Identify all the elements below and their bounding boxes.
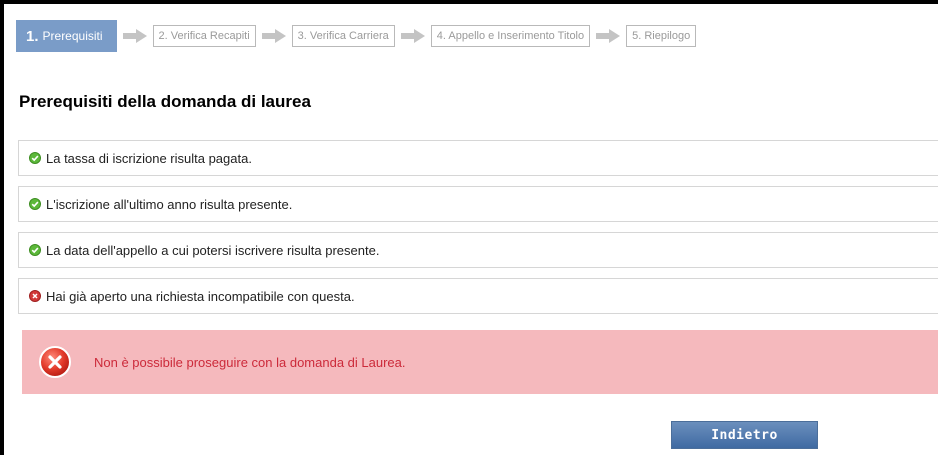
step-1-prerequisiti[interactable]: 1. Prerequisiti bbox=[16, 20, 117, 52]
list-item: Hai già aperto una richiesta incompatibi… bbox=[18, 278, 938, 314]
check-circle-icon bbox=[29, 198, 41, 210]
wizard-steps: 1. Prerequisiti 2. Verifica Recapiti 3. … bbox=[16, 20, 697, 52]
back-button[interactable]: Indietro bbox=[671, 421, 818, 449]
step-number: 1. bbox=[26, 27, 39, 45]
step-2-verifica-recapiti[interactable]: 2. Verifica Recapiti bbox=[152, 25, 256, 47]
error-message: Non è possibile proseguire con la domand… bbox=[94, 354, 406, 370]
arrow-right-icon bbox=[399, 26, 427, 46]
error-message-box: Non è possibile proseguire con la domand… bbox=[22, 330, 938, 394]
list-item: La data dell'appello a cui potersi iscri… bbox=[18, 232, 938, 268]
page-title: Prerequisiti della domanda di laurea bbox=[19, 92, 311, 111]
prerequisite-list: La tassa di iscrizione risulta pagata. L… bbox=[18, 140, 938, 324]
prerequisite-text: Hai già aperto una richiesta incompatibi… bbox=[46, 288, 355, 304]
arrow-right-icon bbox=[121, 26, 149, 46]
error-x-icon bbox=[38, 345, 72, 379]
prerequisite-text: La data dell'appello a cui potersi iscri… bbox=[46, 242, 380, 258]
list-item: L'iscrizione all'ultimo anno risulta pre… bbox=[18, 186, 938, 222]
prerequisite-text: L'iscrizione all'ultimo anno risulta pre… bbox=[46, 196, 293, 212]
step-4-appello-inserimento-titolo[interactable]: 4. Appello e Inserimento Titolo bbox=[430, 25, 591, 47]
prerequisite-text: La tassa di iscrizione risulta pagata. bbox=[46, 150, 252, 166]
error-circle-icon bbox=[29, 290, 41, 302]
page-frame: 1. Prerequisiti 2. Verifica Recapiti 3. … bbox=[0, 0, 938, 455]
arrow-right-icon bbox=[594, 26, 622, 46]
step-label: Prerequisiti bbox=[42, 29, 103, 43]
arrow-right-icon bbox=[260, 26, 288, 46]
step-5-riepilogo[interactable]: 5. Riepilogo bbox=[626, 25, 697, 47]
step-3-verifica-carriera[interactable]: 3. Verifica Carriera bbox=[291, 25, 395, 47]
check-circle-icon bbox=[29, 152, 41, 164]
check-circle-icon bbox=[29, 244, 41, 256]
list-item: La tassa di iscrizione risulta pagata. bbox=[18, 140, 938, 176]
